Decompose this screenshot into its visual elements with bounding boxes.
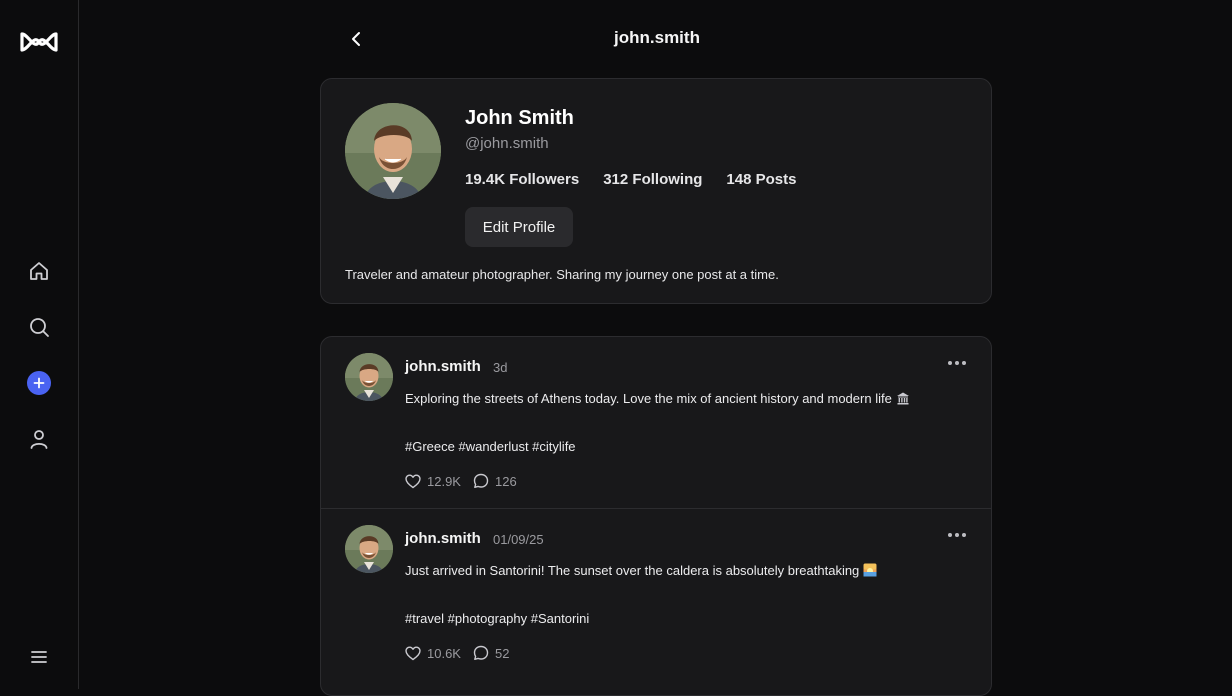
profile-stats: 19.4K Followers 312 Following 148 Posts [465, 171, 796, 188]
create-post-button[interactable] [22, 366, 56, 400]
like-count: 12.9K [427, 473, 461, 489]
post-hashtags[interactable]: #Greece #wanderlust #citylife [405, 439, 576, 454]
profile-icon[interactable] [22, 422, 56, 456]
comment-count: 52 [494, 645, 510, 661]
profile-handle: @john.smith [465, 135, 549, 152]
followers-count[interactable]: 19.4K Followers [465, 171, 579, 188]
post-text: Exploring the streets of Athens today. L… [405, 391, 965, 407]
profile-name: John Smith [465, 107, 574, 129]
avatar[interactable] [345, 525, 393, 573]
back-button[interactable] [343, 26, 369, 52]
following-count[interactable]: 312 Following [603, 171, 702, 188]
post-text: Just arrived in Santorini! The sunset ov… [405, 563, 965, 579]
comment-button[interactable]: 126 [473, 473, 517, 489]
post-actions: 10.6K 52 [405, 645, 509, 661]
more-options-icon[interactable] [947, 355, 967, 371]
post-body: Exploring the streets of Athens today. L… [405, 391, 892, 406]
post-actions: 12.9K 126 [405, 473, 517, 489]
post-card: john.smith 3d Exploring the streets of A… [321, 337, 991, 509]
like-button[interactable]: 12.9K [405, 474, 461, 489]
heart-icon [405, 646, 421, 660]
comment-icon [473, 473, 489, 488]
post-card: john.smith 01/09/25 Just arrived in Sant… [321, 509, 991, 681]
avatar[interactable] [345, 103, 441, 199]
page-title: john.smith [614, 28, 700, 47]
like-count: 10.6K [427, 645, 461, 661]
plus-icon [27, 371, 51, 395]
post-username[interactable]: john.smith [405, 358, 481, 375]
post-timestamp: 3d [493, 360, 508, 375]
profile-bio: Traveler and amateur photographer. Shari… [345, 267, 779, 282]
more-options-icon[interactable] [947, 527, 967, 543]
sidebar [0, 0, 79, 689]
post-timestamp: 01/09/25 [493, 532, 544, 547]
menu-icon[interactable] [22, 640, 56, 674]
avatar[interactable] [345, 353, 393, 401]
chevron-left-icon [352, 32, 360, 46]
heart-icon [405, 474, 421, 488]
post-body: Just arrived in Santorini! The sunset ov… [405, 563, 860, 578]
comment-button[interactable]: 52 [473, 645, 509, 661]
post-username[interactable]: john.smith [405, 530, 481, 547]
search-icon[interactable] [22, 310, 56, 344]
posts-count: 148 Posts [726, 171, 797, 188]
edit-profile-button[interactable]: Edit Profile [465, 207, 573, 247]
comment-icon [473, 645, 489, 660]
threads-logo-icon[interactable] [18, 30, 60, 54]
home-icon[interactable] [22, 254, 56, 288]
like-button[interactable]: 10.6K [405, 646, 461, 661]
posts-feed: john.smith 3d Exploring the streets of A… [320, 336, 992, 696]
comment-count: 126 [494, 473, 517, 489]
profile-card: John Smith @john.smith 19.4K Followers 3… [320, 78, 992, 304]
post-hashtags[interactable]: #travel #photography #Santorini [405, 611, 589, 626]
sunset-icon [863, 563, 877, 577]
classical-building-icon [896, 392, 909, 405]
